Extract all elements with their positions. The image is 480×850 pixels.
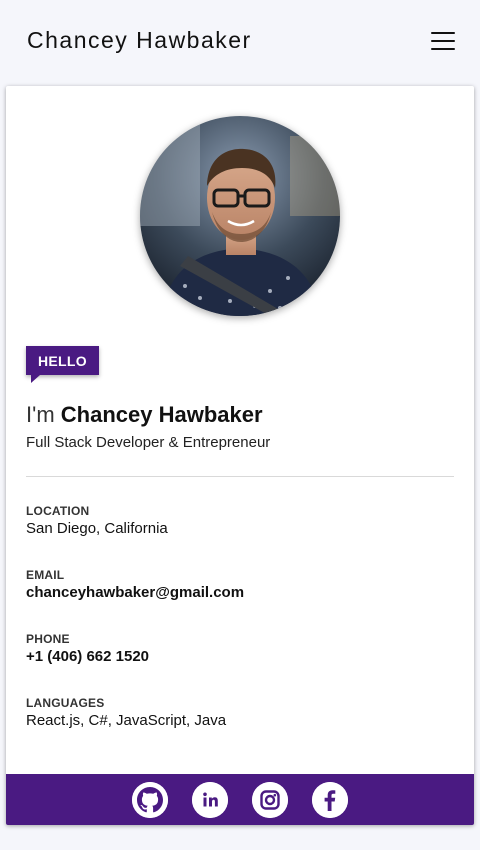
hamburger-menu-icon[interactable] xyxy=(431,32,455,50)
info-label: LOCATION xyxy=(26,504,90,518)
profile-subtitle: Full Stack Developer & Entrepreneur xyxy=(26,434,271,451)
info-label: LANGUAGES xyxy=(26,696,105,710)
email-link[interactable]: chanceyhawbaker@gmail.com xyxy=(26,584,244,601)
hamburger-line xyxy=(431,40,455,42)
phone-link[interactable]: +1 (406) 662 1520 xyxy=(26,648,149,665)
greeting-prefix: I'm xyxy=(26,402,55,427)
info-label: EMAIL xyxy=(26,568,65,582)
languages-value: React.js, C#, JavaScript, Java xyxy=(26,712,227,729)
profile-photo xyxy=(140,116,340,316)
hello-badge: HELLO xyxy=(26,346,99,383)
linkedin-icon[interactable] xyxy=(192,781,228,818)
info-languages: LANGUAGES React.js, C#, JavaScript, Java xyxy=(26,696,226,729)
info-location: LOCATION San Diego, California xyxy=(26,504,168,537)
github-icon[interactable] xyxy=(132,781,168,818)
location-value: San Diego, California xyxy=(26,520,168,537)
divider xyxy=(26,476,454,477)
social-links-bar xyxy=(6,774,474,825)
top-navbar: Chancey Hawbaker xyxy=(0,0,480,80)
info-email: EMAIL chanceyhawbaker@gmail.com xyxy=(26,568,244,601)
facebook-icon[interactable] xyxy=(312,781,348,818)
profile-name: Chancey Hawbaker xyxy=(60,402,263,427)
hamburger-line xyxy=(431,32,455,34)
profile-greeting: I'm Chancey Hawbaker xyxy=(26,402,263,428)
site-title[interactable]: Chancey Hawbaker xyxy=(27,27,252,54)
info-label: PHONE xyxy=(26,632,70,646)
profile-card: HELLO I'm Chancey Hawbaker Full Stack De… xyxy=(6,86,474,825)
info-phone: PHONE +1 (406) 662 1520 xyxy=(26,632,149,665)
instagram-icon[interactable] xyxy=(252,781,288,818)
avatar xyxy=(140,116,340,316)
hamburger-line xyxy=(431,48,455,50)
